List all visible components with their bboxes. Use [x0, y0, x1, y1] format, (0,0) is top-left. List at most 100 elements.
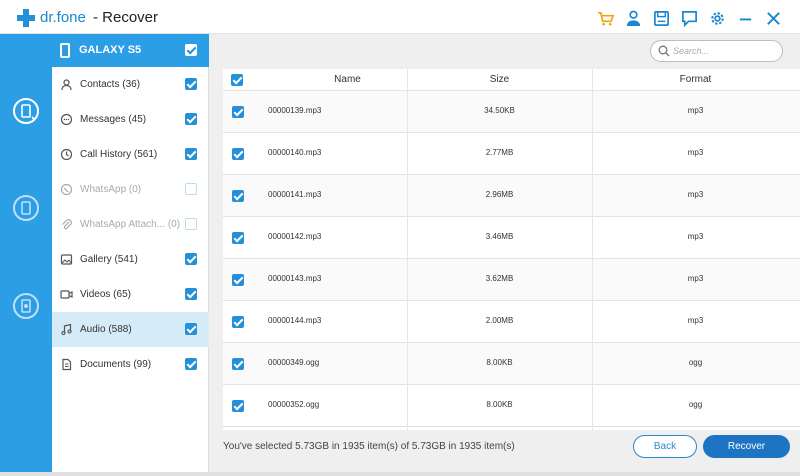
mode-rail — [0, 34, 52, 472]
save-icon[interactable] — [652, 9, 670, 27]
recover-button[interactable]: Recover — [703, 435, 790, 458]
category-checkbox[interactable] — [185, 288, 197, 300]
category-checkbox[interactable] — [185, 323, 197, 335]
category-item[interactable]: Call History (561) — [52, 137, 209, 172]
category-checkbox[interactable] — [185, 183, 197, 195]
back-button[interactable]: Back — [633, 435, 697, 458]
file-size-cell: 34.50KB — [484, 106, 515, 115]
documents-icon — [60, 358, 73, 371]
table-row[interactable]: 00000144.mp3 2.00MB mp3 — [223, 301, 800, 343]
category-item[interactable]: Messages (45) — [52, 102, 209, 137]
user-icon[interactable] — [624, 9, 642, 27]
video-icon — [60, 288, 73, 301]
file-format-cell: mp3 — [687, 232, 704, 241]
device-header[interactable]: GALAXY S5 — [52, 34, 209, 67]
table-row[interactable]: 00000352.ogg 8.00KB ogg — [223, 385, 800, 427]
window-title: - Recover — [93, 9, 159, 26]
column-size[interactable]: Size — [407, 74, 592, 85]
close-icon[interactable] — [764, 9, 782, 27]
category-item[interactable]: Documents (99) — [52, 347, 209, 382]
file-name-cell: 00000142.mp3 — [268, 232, 322, 241]
row-checkbox[interactable] — [232, 358, 244, 370]
file-name-cell: 00000349.ogg — [268, 358, 320, 367]
row-checkbox[interactable] — [232, 274, 244, 286]
row-checkbox[interactable] — [232, 232, 244, 244]
footer-bar: You've selected 5.73GB in 1935 item(s) o… — [209, 430, 800, 472]
category-checkbox[interactable] — [185, 78, 197, 90]
category-label: WhatsApp Attach... (0) — [80, 219, 181, 230]
minimize-icon[interactable] — [736, 9, 754, 27]
search-input[interactable]: Search... — [650, 40, 783, 62]
call-history-icon — [60, 148, 73, 161]
device-select-all-checkbox[interactable] — [185, 44, 197, 56]
row-checkbox[interactable] — [232, 316, 244, 328]
file-name-cell: 00000352.ogg — [268, 400, 320, 409]
row-checkbox[interactable] — [232, 106, 244, 118]
recover-from-itunes-icon[interactable] — [12, 194, 40, 222]
file-format-cell: mp3 — [687, 316, 704, 325]
table-row[interactable]: 00000349.ogg 8.00KB ogg — [223, 343, 800, 385]
category-checkbox[interactable] — [185, 253, 197, 265]
file-name-cell: 00000143.mp3 — [268, 274, 322, 283]
category-label: Gallery (541) — [80, 254, 138, 265]
file-name-cell: 00000141.mp3 — [268, 190, 322, 199]
category-checkbox[interactable] — [185, 218, 197, 230]
category-item[interactable]: Audio (588) — [52, 312, 209, 347]
file-format-cell: mp3 — [687, 106, 704, 115]
file-name-cell: 00000140.mp3 — [268, 148, 322, 157]
contacts-icon — [60, 78, 73, 91]
category-item[interactable]: Contacts (36) — [52, 67, 209, 102]
drfone-logo-icon — [17, 9, 35, 27]
search-placeholder: Search... — [673, 46, 710, 56]
file-format-cell: mp3 — [687, 274, 704, 283]
file-format-cell: ogg — [688, 358, 703, 367]
file-format-cell: ogg — [688, 400, 703, 409]
whatsapp-icon — [60, 183, 73, 196]
file-size-cell: 8.00KB — [486, 358, 513, 367]
category-label: WhatsApp (0) — [80, 184, 142, 195]
category-item[interactable]: Videos (65) — [52, 277, 209, 312]
settings-icon[interactable] — [708, 9, 726, 27]
file-format-cell: mp3 — [687, 190, 704, 199]
table-row[interactable]: 00000141.mp3 2.96MB mp3 — [223, 175, 800, 217]
table-row[interactable]: 00000142.mp3 3.46MB mp3 — [223, 217, 800, 259]
table-row[interactable]: 00000140.mp3 2.77MB mp3 — [223, 133, 800, 175]
table-row[interactable]: 00000139.mp3 34.50KB mp3 — [223, 91, 800, 133]
row-checkbox[interactable] — [232, 400, 244, 412]
app-brand: dr.fone — [40, 9, 86, 26]
table-header: Name Size Format — [223, 69, 800, 91]
table-row[interactable]: 00000143.mp3 3.62MB mp3 — [223, 259, 800, 301]
cart-icon[interactable] — [596, 9, 614, 27]
select-all-checkbox[interactable] — [231, 74, 243, 86]
category-label: Contacts (36) — [80, 79, 141, 90]
recover-from-device-icon[interactable] — [12, 97, 40, 125]
audio-icon — [60, 323, 73, 336]
column-format[interactable]: Format — [592, 74, 799, 85]
file-table: Name Size Format 00000139.mp3 34.50KB mp3 0… — [223, 69, 800, 461]
gallery-icon — [60, 253, 73, 266]
recover-from-icloud-icon[interactable] — [12, 292, 40, 320]
file-name-cell: 00000139.mp3 — [268, 106, 322, 115]
category-item[interactable]: WhatsApp Attach... (0) — [52, 207, 209, 242]
category-checkbox[interactable] — [185, 148, 197, 160]
row-checkbox[interactable] — [232, 190, 244, 202]
file-size-cell: 8.00KB — [486, 400, 513, 409]
category-item[interactable]: Gallery (541) — [52, 242, 209, 277]
category-checkbox[interactable] — [185, 113, 197, 125]
category-checkbox[interactable] — [185, 358, 197, 370]
row-checkbox[interactable] — [232, 148, 244, 160]
feedback-icon[interactable] — [680, 9, 698, 27]
file-size-cell: 2.00MB — [485, 316, 514, 325]
attachment-icon — [60, 218, 73, 231]
category-panel: GALAXY S5 Contacts (36) Messages (45) Call… — [52, 34, 209, 472]
phone-icon — [60, 43, 70, 58]
file-format-cell: mp3 — [687, 148, 704, 157]
window-bottom-border — [0, 472, 800, 476]
category-label: Call History (561) — [80, 149, 158, 160]
category-item[interactable]: WhatsApp (0) — [52, 172, 209, 207]
column-divider — [407, 69, 408, 461]
category-label: Messages (45) — [80, 114, 147, 125]
file-size-cell: 2.77MB — [485, 148, 514, 157]
selection-status: You've selected 5.73GB in 1935 item(s) o… — [223, 441, 515, 452]
file-size-cell: 2.96MB — [485, 190, 514, 199]
